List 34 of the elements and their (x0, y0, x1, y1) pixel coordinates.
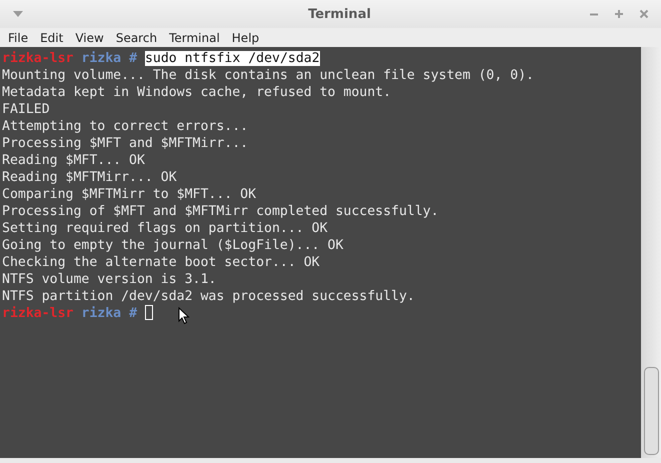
menu-item[interactable]: Help (232, 30, 260, 44)
scrollbar-thumb[interactable] (644, 367, 659, 455)
close-icon[interactable] (639, 9, 649, 19)
output-line: Mounting volume... The disk contains an unclean file system (0, 0). (2, 68, 534, 83)
output-line: FAILED (2, 102, 50, 117)
menu-item[interactable]: Search (116, 30, 158, 44)
output-line: NTFS partition /dev/sda2 was processed successfully. (2, 289, 415, 304)
output-line: Metadata kept in Windows cache, refused to mount. (2, 85, 392, 100)
prompt-symbol: # (129, 51, 138, 66)
prompt-user: rizka (81, 306, 122, 321)
terminal-area[interactable] (0, 47, 641, 458)
mouse-pointer-icon (178, 307, 190, 325)
output-line: Going to empty the journal ($LogFile)... OK (2, 238, 344, 253)
window-menu-icon[interactable] (12, 10, 24, 18)
output-line: NTFS volume version is 3.1. (2, 272, 216, 287)
output-line: Processing $MFT and $MFTMirr... (2, 136, 248, 151)
window-title: Terminal (308, 6, 371, 22)
menu-item[interactable]: Terminal (169, 30, 220, 44)
output-line: Setting required flags on partition... OK (2, 221, 328, 236)
prompt-user: rizka (81, 51, 122, 66)
menu-item[interactable]: View (75, 30, 104, 44)
output-line: Reading $MFTMirr... OK (2, 170, 177, 185)
output-line: Attempting to correct errors... (2, 119, 248, 134)
output-line: Reading $MFT... OK (2, 153, 145, 168)
maximize-icon[interactable] (614, 9, 624, 19)
output-line: Processing of $MFT and $MFTMirr completed successfully. (2, 204, 439, 219)
command-text: sudo ntfsfix /dev/sda2 (144, 51, 320, 66)
menu-item[interactable]: File (8, 30, 28, 44)
prompt-host: rizka-lsr (2, 306, 74, 321)
output-line: Checking the alternate boot sector... OK (2, 255, 320, 270)
prompt-host: rizka-lsr (2, 51, 74, 66)
output-line: Comparing $MFTMirr to $MFT... OK (2, 187, 256, 202)
menu-item[interactable]: Edit (40, 30, 64, 44)
prompt-symbol: # (129, 306, 138, 321)
